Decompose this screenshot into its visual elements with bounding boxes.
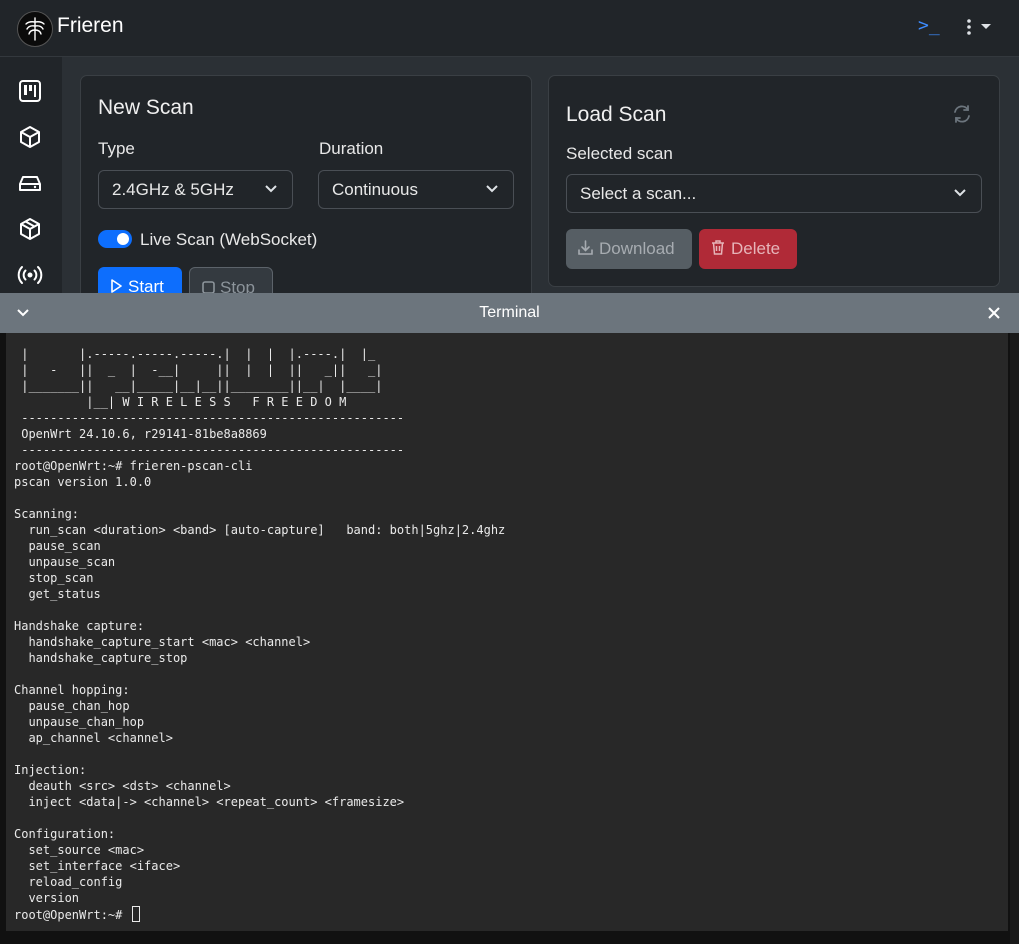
top-navbar: Frieren >_ [0,0,1019,57]
terminal-prompt: root@OpenWrt:~# [14,908,130,922]
terminal-line: Channel hopping: [14,683,130,697]
router-drive-icon [19,176,41,191]
terminal-line: root@OpenWrt:~# frieren-pscan-cli [14,459,253,473]
scan-select[interactable]: Select a scan... [566,174,982,213]
terminal-line: run_scan <duration> <band> [auto-capture… [14,523,506,537]
terminal-line: handshake_capture_stop [14,651,188,665]
scan-select-placeholder: Select a scan... [580,184,697,203]
box-seam-icon [20,218,40,240]
terminal-line: Configuration: [14,827,116,841]
caret-down-icon [981,24,991,29]
new-scan-title: New Scan [98,96,194,119]
terminal-line: deauth <src> <dst> <channel> [14,779,231,793]
terminal-line: inject <data|-> <channel> <repeat_count>… [14,795,405,809]
terminal-line: ap_channel <channel> [14,731,173,745]
selected-scan-label: Selected scan [566,144,673,163]
broadcast-icon [17,266,43,284]
duration-label: Duration [319,139,384,158]
refresh-icon[interactable] [951,103,973,125]
live-scan-toggle[interactable] [98,230,132,248]
sidebar-item-scanner[interactable] [17,262,43,288]
download-button[interactable]: Download [566,229,692,269]
terminal-line: reload_config [14,875,123,889]
terminal-line: set_interface <iface> [14,859,181,873]
play-icon [111,279,122,293]
kanban-board-icon [19,80,41,102]
terminal-line: handshake_capture_start <mac> <channel> [14,635,311,649]
terminal-line: pause_scan [14,539,101,553]
type-label: Type [98,139,135,158]
download-icon [578,240,593,255]
delete-button[interactable]: Delete [699,229,797,269]
terminal-line: stop_scan [14,571,94,585]
terminal-line: pscan version 1.0.0 [14,475,152,489]
terminal-line: ----------------------------------------… [14,411,405,425]
app-brand-name[interactable]: Frieren [57,14,124,38]
terminal-line: |_______|| __|_____|__|__||________||__|… [14,379,383,393]
load-scan-card: Load Scan Selected scan Select a scan...… [548,75,1000,287]
terminal-line: unpause_chan_hop [14,715,145,729]
download-button-label: Download [599,239,675,258]
live-scan-label: Live Scan (WebSocket) [140,230,318,249]
terminal-line: get_status [14,587,101,601]
terminal-line: | |.-----.-----.-----.| | | |.----.| |_ [14,347,376,361]
delete-button-label: Delete [731,239,781,258]
terminal-line: ----------------------------------------… [14,443,405,457]
terminal-panel: | |.-----.-----.-----.| | | |.----.| |_ … [0,333,1019,944]
terminal-cursor [131,906,140,922]
chevron-down-icon [954,189,966,197]
terminal-line: Scanning: [14,507,80,521]
sidebar [0,57,62,297]
terminal-line: |__| W I R E L E S S F R E E D O M [14,395,347,409]
sidebar-item-storage[interactable] [17,170,43,196]
sidebar-item-dashboard[interactable] [17,78,43,104]
terminal-output: | |.-----.-----.-----.| | | |.----.| |_ … [6,333,1008,923]
terminal-title: Terminal [479,304,540,321]
terminal-line: unpause_scan [14,555,116,569]
more-options-dropdown[interactable] [964,14,992,40]
sidebar-item-packages[interactable] [17,124,43,150]
terminal-line: Handshake capture: [14,619,145,633]
terminal-screen[interactable]: | |.-----.-----.-----.| | | |.----.| |_ … [6,333,1008,931]
trash-icon [712,240,724,255]
terminal-line: version [14,891,80,905]
terminal-line: OpenWrt 24.10.6, r29141-81be8a8869 [14,427,267,441]
terminal-line: | - || _ | -__| || | | || _|| _| [14,363,383,377]
terminal-line: Injection: [14,763,87,777]
terminal-line: set_source <mac> [14,843,145,857]
chevron-down-icon [486,185,498,193]
chevron-down-icon [265,185,277,193]
sidebar-item-modules[interactable] [17,216,43,242]
kebab-menu-icon [967,19,991,35]
duration-select-value: Continuous [332,180,419,199]
frieren-logo-icon[interactable] [17,11,53,47]
close-terminal-icon[interactable] [986,305,1002,321]
type-select[interactable]: 2.4GHz & 5GHz [98,170,293,209]
type-select-value: 2.4GHz & 5GHz [112,180,234,199]
terminal-scrollbar[interactable] [1010,333,1019,944]
box-icon [20,126,40,148]
terminal-line: pause_chan_hop [14,699,130,713]
terminal-header: Terminal [0,293,1019,333]
terminal-toggle-icon[interactable]: >_ [918,15,940,36]
load-scan-title: Load Scan [566,103,667,126]
duration-select[interactable]: Continuous [318,170,514,209]
new-scan-card: New Scan Type 2.4GHz & 5GHz Duration Con… [80,75,532,315]
